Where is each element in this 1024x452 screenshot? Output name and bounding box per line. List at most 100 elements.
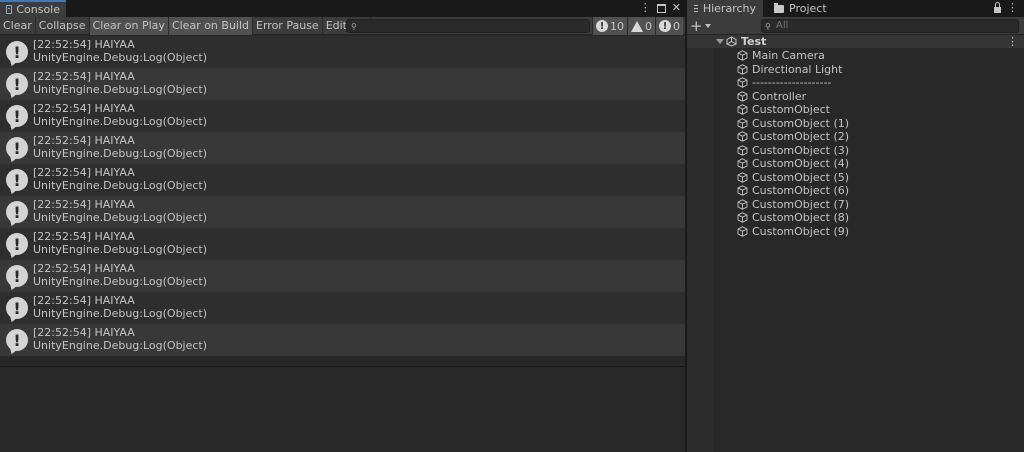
scene-menu-icon[interactable]: ⋮ [1007,35,1018,48]
hierarchy-item[interactable]: Main Camera [737,48,825,62]
console-search-input[interactable]: ⚲ [346,19,590,33]
hierarchy-item-label: CustomObject [752,102,830,116]
hierarchy-item[interactable]: CustomObject (7) [737,197,849,211]
tab-console-label: Console [16,3,60,16]
expand-arrow-icon[interactable] [716,39,724,44]
hierarchy-item[interactable]: CustomObject (3) [737,143,849,157]
info-message-icon: ! [6,329,28,351]
log-message: [22:52:54] HAIYAA [33,102,135,115]
close-icon[interactable]: ✕ [672,1,681,15]
gameobject-cube-icon [737,76,748,88]
hierarchy-item[interactable]: CustomObject (4) [737,156,849,170]
log-stack: UnityEngine.Debug:Log(Object) [33,147,208,160]
gameobject-cube-icon [737,225,748,237]
log-entry[interactable]: ! [22:52:54] HAIYAA UnityEngine.Debug:Log… [0,164,685,196]
log-message: [22:52:54] HAIYAA [33,38,135,51]
log-stack: UnityEngine.Debug:Log(Object) [33,115,208,128]
hierarchy-item-label: CustomObject (7) [752,197,850,211]
log-entry[interactable]: ! [22:52:54] HAIYAA UnityEngine.Debug:Log… [0,36,685,68]
clear-on-play-toggle[interactable]: Clear on Play [89,16,169,35]
info-message-icon: ! [6,105,28,127]
log-entry[interactable]: ! [22:52:54] HAIYAA UnityEngine.Debug:Log… [0,132,685,164]
plus-icon: + [690,17,703,35]
hierarchy-window-controls: ⋮ [994,1,1018,14]
log-stack: UnityEngine.Debug:Log(Object) [33,339,208,352]
warning-icon [631,20,643,32]
hierarchy-item[interactable]: Directional Light [737,62,842,76]
hierarchy-search-placeholder: All [776,20,789,31]
info-message-icon: ! [6,265,28,287]
error-pause-toggle[interactable]: Error Pause [253,16,323,35]
log-count-toggles: ! 10 0 ! 0 [592,17,683,35]
hierarchy-item[interactable]: -------------------- [737,75,831,89]
log-entry[interactable]: ! [22:52:54] HAIYAA UnityEngine.Debug:Log… [0,68,685,100]
log-message: [22:52:54] HAIYAA [33,262,135,275]
maximize-icon[interactable] [656,4,666,13]
kebab-menu-icon[interactable]: ⋮ [640,1,651,15]
log-entry[interactable]: ! [22:52:54] HAIYAA UnityEngine.Debug:Log… [0,100,685,132]
log-stack: UnityEngine.Debug:Log(Object) [33,179,208,192]
log-message: [22:52:54] HAIYAA [33,230,135,243]
hierarchy-item-label: CustomObject (3) [752,143,850,157]
hierarchy-item[interactable]: CustomObject (8) [737,210,849,224]
hierarchy-item[interactable]: CustomObject (1) [737,116,849,130]
log-message: [22:52:54] HAIYAA [33,166,135,179]
hierarchy-item[interactable]: CustomObject (9) [737,224,849,238]
kebab-menu-icon[interactable]: ⋮ [1007,1,1018,14]
hierarchy-panel: Hierarchy Project ⋮ + ⚲ All Test ⋮ Main … [687,0,1024,452]
gameobject-cube-icon [737,211,748,223]
hierarchy-item[interactable]: CustomObject (5) [737,170,849,184]
log-message: [22:52:54] HAIYAA [33,198,135,211]
log-entry[interactable]: ! [22:52:54] HAIYAA UnityEngine.Debug:Log… [0,228,685,260]
hierarchy-item[interactable]: Controller [737,89,806,103]
console-window-icon [6,5,13,14]
gameobject-cube-icon [737,49,748,61]
hierarchy-item-label: -------------------- [752,75,832,89]
lock-icon[interactable] [994,2,1001,13]
gameobject-cube-icon [737,130,748,142]
log-entry[interactable]: ! [22:52:54] HAIYAA UnityEngine.Debug:Log… [0,292,685,324]
log-stack: UnityEngine.Debug:Log(Object) [33,275,208,288]
log-stack: UnityEngine.Debug:Log(Object) [33,51,208,64]
log-stack: UnityEngine.Debug:Log(Object) [33,211,208,224]
log-stack: UnityEngine.Debug:Log(Object) [33,83,208,96]
error-count-toggle[interactable]: ! 0 [655,17,683,35]
chevron-down-icon [704,24,711,28]
log-entry[interactable]: ! [22:52:54] HAIYAA UnityEngine.Debug:Log… [0,196,685,228]
warning-count-toggle[interactable]: 0 [627,17,655,35]
gameobject-cube-icon [737,63,748,75]
hierarchy-item-label: CustomObject (2) [752,129,850,143]
scene-name: Test [741,35,767,48]
hierarchy-item-label: CustomObject (8) [752,210,850,224]
info-message-icon: ! [6,73,28,95]
hierarchy-item-label: CustomObject (4) [752,156,850,170]
hierarchy-search-input[interactable]: ⚲ All [761,19,1019,33]
hierarchy-item[interactable]: CustomObject (6) [737,183,849,197]
console-tab-bar: Console ⋮ ✕ [0,0,685,17]
tab-hierarchy[interactable]: Hierarchy [687,0,763,17]
search-icon: ⚲ [351,22,357,31]
hierarchy-item[interactable]: CustomObject [737,102,830,116]
error-icon: ! [659,20,671,32]
gameobject-cube-icon [737,144,748,156]
tab-project-label: Project [789,2,827,15]
clear-on-build-toggle[interactable]: Clear on Build [168,16,254,35]
scene-row[interactable]: Test ⋮ [687,35,1024,48]
log-stack: UnityEngine.Debug:Log(Object) [33,243,208,256]
tab-project[interactable]: Project [767,0,834,17]
clear-button[interactable]: Clear [0,16,36,35]
hierarchy-item[interactable]: CustomObject (2) [737,129,849,143]
info-count-toggle[interactable]: ! 10 [592,17,627,35]
collapse-button[interactable]: Collapse [36,16,90,35]
log-message: [22:52:54] HAIYAA [33,70,135,83]
tab-console[interactable]: Console [0,0,66,17]
add-object-dropdown[interactable]: + [690,17,711,35]
info-icon: ! [596,20,608,32]
log-entry[interactable]: ! [22:52:54] HAIYAA UnityEngine.Debug:Log… [0,260,685,292]
gameobject-cube-icon [737,157,748,169]
hierarchy-toolbar: + ⚲ All [687,17,1024,35]
hierarchy-item-label: CustomObject (5) [752,170,850,184]
error-count: 0 [673,19,680,33]
log-entry[interactable]: ! [22:52:54] HAIYAA UnityEngine.Debug:Log… [0,324,685,356]
tab-hierarchy-label: Hierarchy [702,2,756,15]
